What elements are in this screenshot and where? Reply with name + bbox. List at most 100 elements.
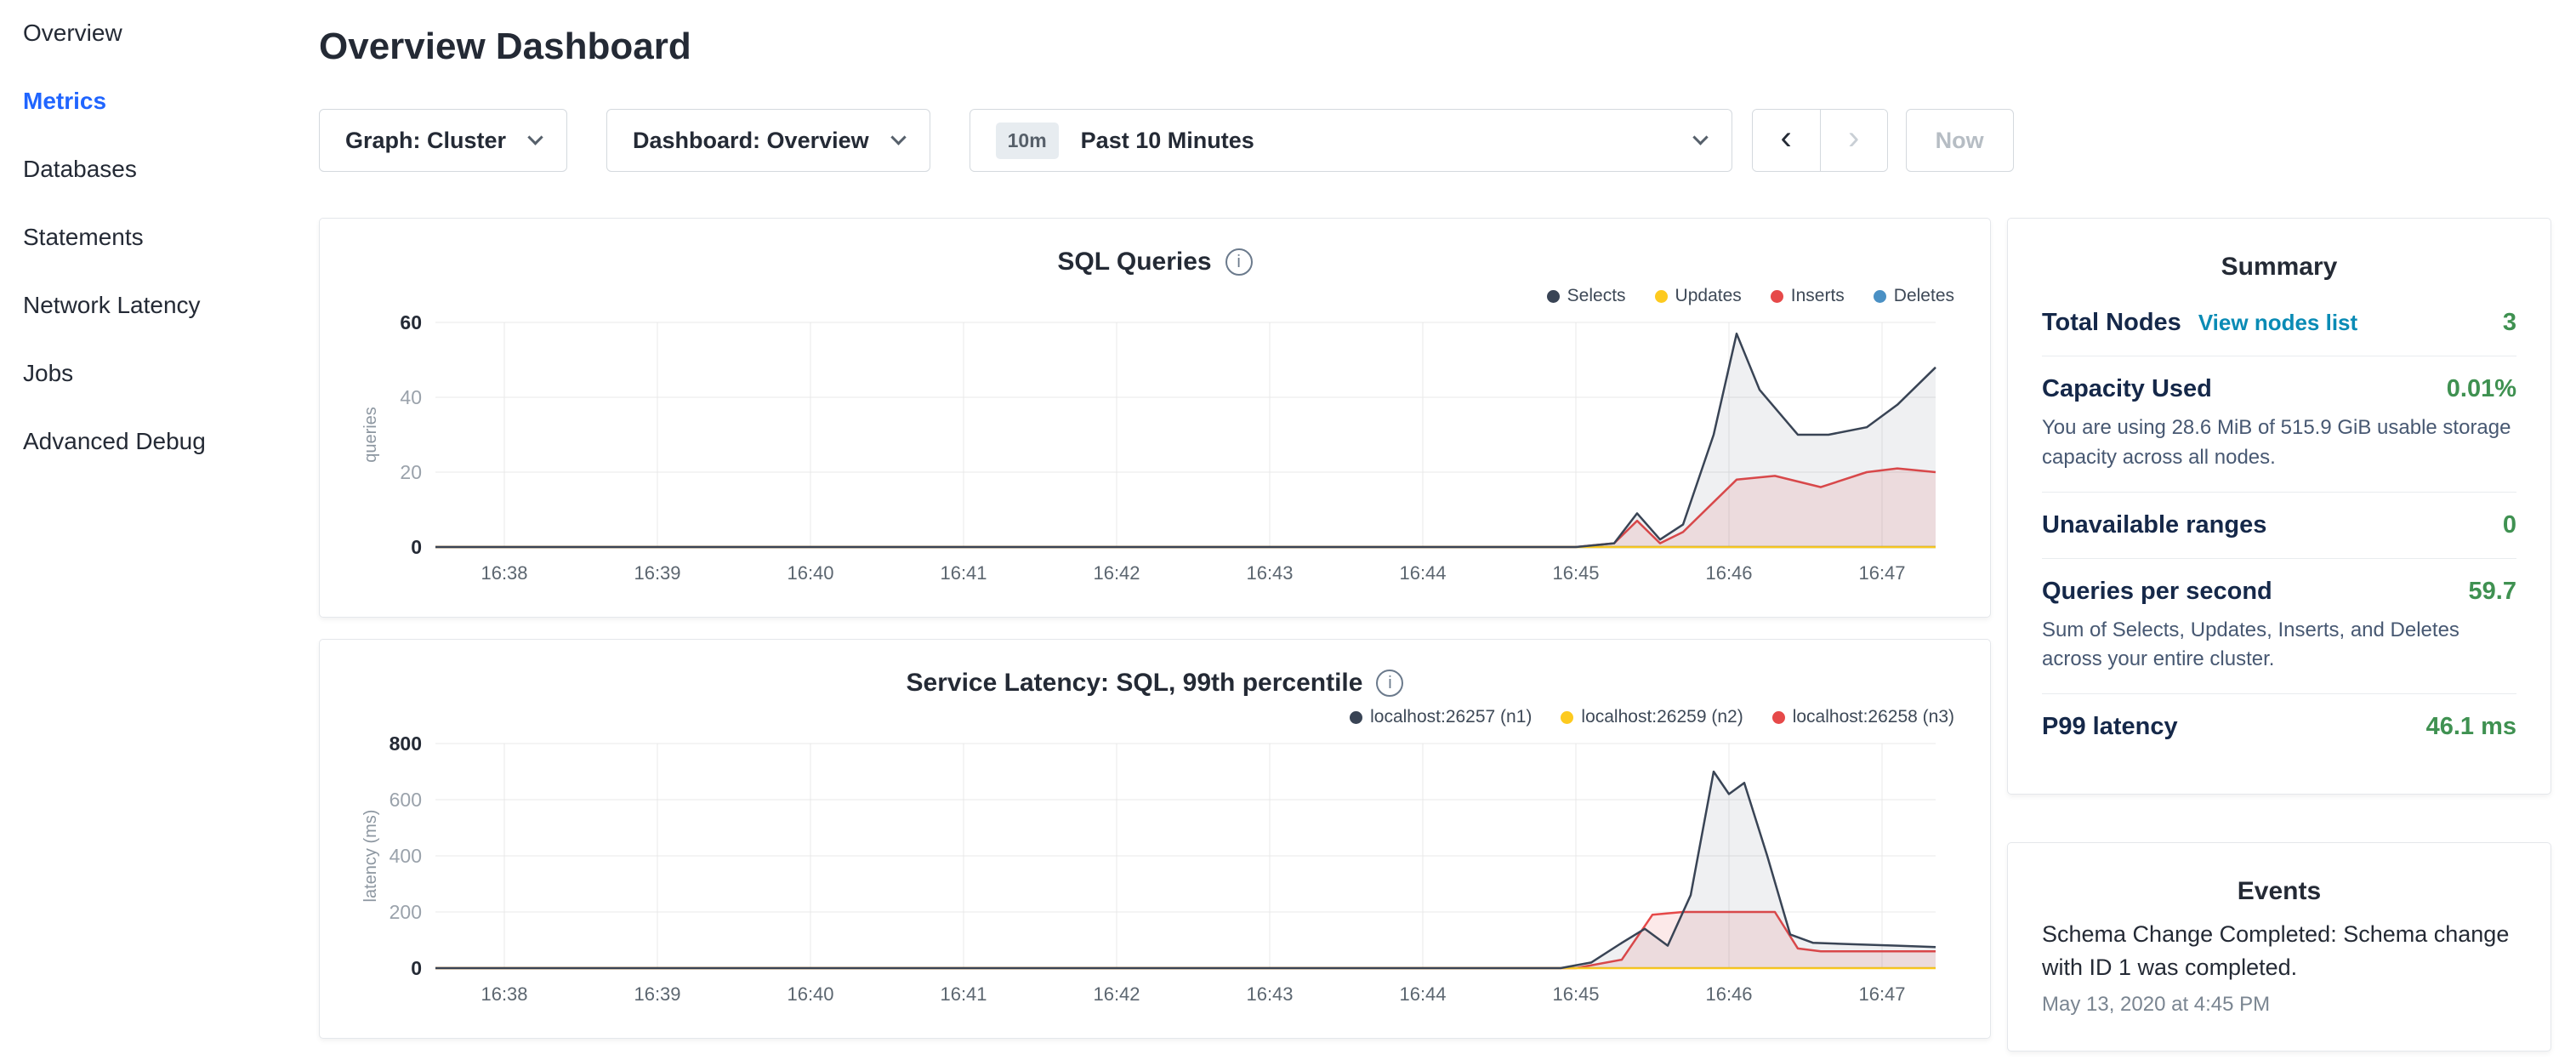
legend-item[interactable]: Selects [1547, 286, 1626, 306]
charts-column: SQL Queries i Selects Updates Inserts Delet… [319, 218, 1991, 1060]
summary-row: P99 latency 46.1 ms [2042, 693, 2516, 760]
summary-label: P99 latency [2042, 713, 2178, 741]
svg-text:16:46: 16:46 [1705, 983, 1752, 1005]
legend-dot-icon [1655, 290, 1668, 303]
sidebar-item-jobs[interactable]: Jobs [23, 359, 319, 388]
chart-canvas[interactable]: 020406016:3816:3916:4016:4116:4216:4316:… [350, 309, 1958, 595]
legend-label: Updates [1675, 286, 1742, 306]
svg-text:20: 20 [400, 461, 422, 483]
legend-label: Selects [1567, 286, 1626, 306]
summary-value: 0 [2503, 511, 2516, 539]
svg-text:queries: queries [361, 407, 380, 463]
time-range-label: Past 10 Minutes [1081, 128, 1673, 154]
legend-label: localhost:26259 (n2) [1581, 707, 1743, 727]
summary-title: Summary [2042, 253, 2516, 282]
graph-scope-dropdown[interactable]: Graph: Cluster [319, 109, 567, 172]
svg-text:16:39: 16:39 [634, 983, 680, 1005]
legend-item[interactable]: localhost:26257 (n1) [1350, 707, 1532, 727]
sidebar-item-databases[interactable]: Databases [23, 155, 319, 184]
chevron-down-icon [1692, 129, 1708, 145]
svg-text:16:45: 16:45 [1552, 983, 1599, 1005]
dashboard-dropdown-label: Dashboard: Overview [633, 128, 869, 154]
event-text: Schema Change Completed: Schema change w… [2042, 918, 2516, 984]
summary-value: 0.01% [2447, 375, 2516, 403]
svg-text:16:39: 16:39 [634, 562, 680, 584]
now-button[interactable]: Now [1906, 109, 2014, 172]
summary-value: 46.1 ms [2426, 713, 2516, 741]
legend-label: Inserts [1791, 286, 1845, 306]
chart-title-row: SQL Queries i [350, 248, 1959, 276]
sidebar-item-statements[interactable]: Statements [23, 223, 319, 252]
summary-desc: You are using 28.6 MiB of 515.9 GiB usab… [2042, 413, 2516, 473]
info-icon[interactable]: i [1225, 248, 1253, 276]
svg-text:400: 400 [390, 845, 422, 867]
svg-text:16:47: 16:47 [1858, 562, 1905, 584]
events-list: Schema Change Completed: Schema change w… [2042, 918, 2516, 1017]
info-icon[interactable]: i [1376, 670, 1403, 697]
summary-label: Capacity Used [2042, 375, 2212, 403]
summary-value: 59.7 [2469, 578, 2516, 606]
prev-interval-button[interactable]: ‹ [1753, 110, 1820, 171]
legend-dot-icon [1561, 711, 1573, 724]
svg-text:16:42: 16:42 [1093, 983, 1140, 1005]
events-title: Events [2042, 877, 2516, 906]
summary-rows: Total Nodes View nodes list 3 Capacity Used… [2042, 290, 2516, 760]
event-item[interactable]: Schema Change Completed: Schema change w… [2042, 918, 2516, 1017]
svg-text:16:46: 16:46 [1705, 562, 1752, 584]
right-column: Summary Total Nodes View nodes list 3 Capac… [2007, 218, 2551, 1051]
svg-text:200: 200 [390, 901, 422, 923]
svg-text:16:40: 16:40 [787, 562, 833, 584]
legend-item[interactable]: localhost:26258 (n3) [1772, 707, 1954, 727]
chart-title: SQL Queries [1057, 248, 1211, 276]
summary-label: Total Nodes [2042, 309, 2181, 337]
summary-desc: Sum of Selects, Updates, Inserts, and De… [2042, 616, 2516, 675]
chart-canvas[interactable]: 020040060080016:3816:3916:4016:4116:4216… [350, 730, 1958, 1016]
main-content: Overview Dashboard Graph: Cluster Dashbo… [319, 0, 2576, 1051]
legend-item[interactable]: Deletes [1874, 286, 1954, 306]
next-interval-button[interactable]: › [1820, 110, 1887, 171]
graph-scope-dropdown-label: Graph: Cluster [345, 128, 506, 154]
svg-text:16:44: 16:44 [1399, 562, 1446, 584]
svg-text:16:41: 16:41 [940, 983, 987, 1005]
sidebar-nav: Overview Metrics Databases Statements Networ… [0, 0, 319, 1051]
svg-text:latency (ms): latency (ms) [361, 810, 380, 903]
summary-row: Queries per second59.7Sum of Selects, Up… [2042, 558, 2516, 694]
chart-title-row: Service Latency: SQL, 99th percentile i [350, 669, 1959, 698]
legend-dot-icon [1350, 711, 1362, 724]
sidebar-item-network-latency[interactable]: Network Latency [23, 291, 319, 320]
time-range-picker[interactable]: 10m Past 10 Minutes [970, 109, 1732, 172]
chevron-down-icon [890, 129, 906, 145]
controls-bar: Graph: Cluster Dashboard: Overview 10m P… [319, 109, 2551, 172]
svg-text:16:38: 16:38 [481, 562, 527, 584]
legend-label: localhost:26258 (n3) [1793, 707, 1954, 727]
legend-label: Deletes [1894, 286, 1954, 306]
svg-text:60: 60 [400, 311, 422, 333]
sidebar-item-advanced-debug[interactable]: Advanced Debug [23, 427, 319, 456]
legend-item[interactable]: Updates [1655, 286, 1742, 306]
legend-item[interactable]: localhost:26259 (n2) [1561, 707, 1743, 727]
svg-text:16:45: 16:45 [1552, 562, 1599, 584]
event-time: May 13, 2020 at 4:45 PM [2042, 993, 2516, 1017]
summary-label: Unavailable ranges [2042, 511, 2266, 539]
svg-text:16:43: 16:43 [1246, 562, 1293, 584]
legend-dot-icon [1771, 290, 1783, 303]
summary-value: 3 [2503, 309, 2516, 337]
chart-title: Service Latency: SQL, 99th percentile [907, 669, 1363, 698]
summary-link[interactable]: View nodes list [2198, 310, 2357, 336]
time-pager: ‹ › [1752, 109, 1888, 172]
sidebar-item-metrics[interactable]: Metrics [23, 87, 319, 116]
summary-row: Capacity Used 0.01% You are using 28.6 MiB… [2042, 356, 2516, 492]
svg-text:16:43: 16:43 [1246, 983, 1293, 1005]
legend-label: localhost:26257 (n1) [1370, 707, 1532, 727]
legend-item[interactable]: Inserts [1771, 286, 1845, 306]
sidebar-item-overview[interactable]: Overview [23, 19, 319, 48]
svg-text:16:42: 16:42 [1093, 562, 1140, 584]
svg-text:600: 600 [390, 789, 422, 811]
svg-text:16:40: 16:40 [787, 983, 833, 1005]
time-range-badge: 10m [996, 123, 1059, 159]
events-panel: Events Schema Change Completed: Schema c… [2007, 842, 2551, 1051]
dashboard-dropdown[interactable]: Dashboard: Overview [606, 109, 930, 172]
legend-dot-icon [1874, 290, 1886, 303]
svg-text:40: 40 [400, 386, 422, 408]
summary-row: Total Nodes View nodes list 3 [2042, 290, 2516, 356]
